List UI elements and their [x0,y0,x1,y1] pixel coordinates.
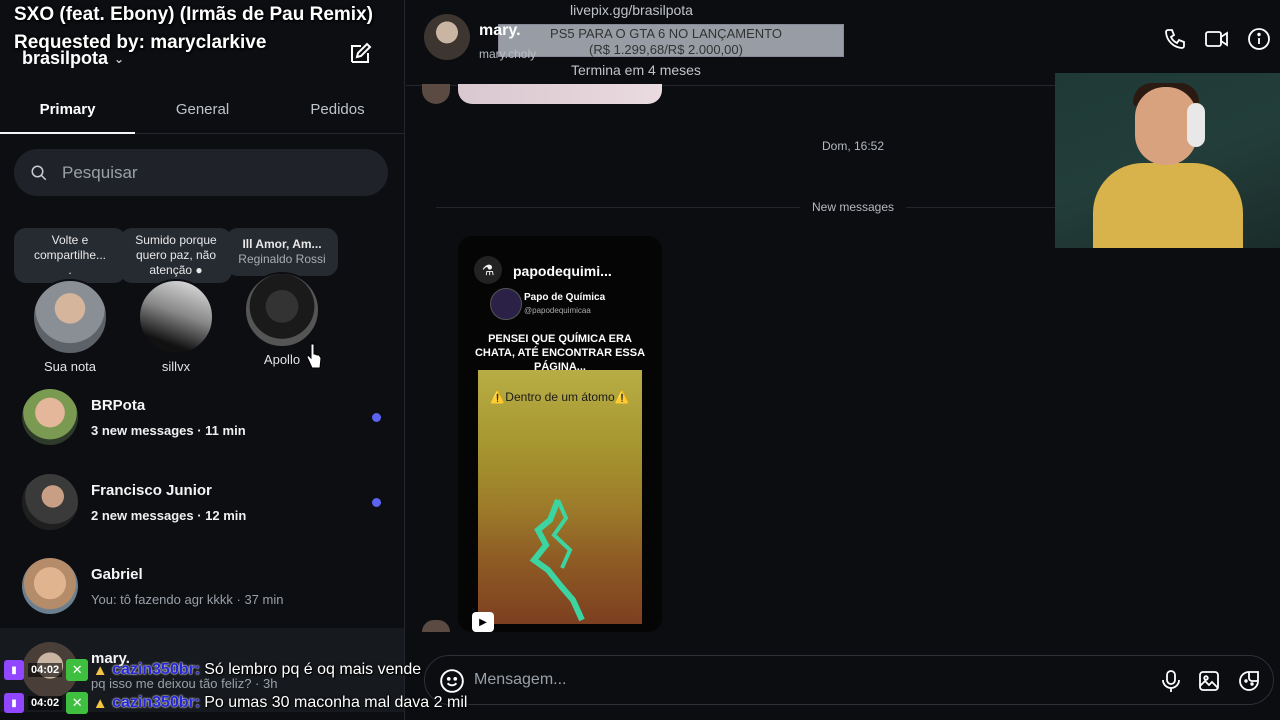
sticker-button[interactable] [1235,667,1263,695]
hand-cursor-icon [306,343,322,369]
note-label: sillvx [161,359,191,374]
contact-username: mary.choly [479,47,537,61]
note-bubble: Ill Amor, Am... Reginaldo Rossi [226,228,338,276]
stream-chat-message: Só lembro pq é oq mais vende [204,661,422,678]
unread-dot [372,498,381,507]
tab-general[interactable]: General [135,86,270,133]
livepix-goal-title: PS5 PARA O GTA 6 NO LANÇAMENTO [550,26,782,41]
conversation-name: Gabriel [91,565,143,583]
webcam-overlay [1055,73,1280,248]
avatar [244,272,320,348]
webcam-person-body [1093,163,1243,248]
note-own[interactable]: Volte e compartilhe... . Sua nota [14,228,126,374]
livepix-time-left: Termina em 4 meses [571,62,701,78]
twitch-icon: ▮ [4,660,24,680]
add-photo-button[interactable] [1195,667,1223,695]
conversation-item-francisco-junior[interactable]: Francisco Junior 2 new messages · 12 min [0,460,404,544]
headphones-icon [1187,103,1205,147]
requested-by-overlay: Requested by: maryclarkive [14,32,267,53]
note-bubble: Volte e compartilhe... . [14,228,126,283]
previous-media-message[interactable] [458,84,662,104]
stream-chat-message: Po umas 30 maconha mal dava 2 mil [204,694,468,711]
reel-image-label: ⚠️Dentro de um átomo⚠️ [490,390,630,404]
note-text: Ill Amor, Am... [242,237,322,251]
badge-icon: ✕ [66,692,89,714]
stream-chat-time: 04:02 [28,696,63,710]
reel-profile-name: Papo de Química [524,292,606,303]
conversation-item-gabriel[interactable]: Gabriel You: tô fazendo agr kkkk · 37 mi… [0,544,404,628]
conversation-name: Francisco Junior [91,481,212,499]
badge-icon: ✕ [66,659,89,681]
compose-icon [351,42,372,63]
reel-account-avatar: ⚗ [474,256,502,284]
video-camera-icon [1205,31,1228,47]
search-input[interactable]: Pesquisar [14,149,388,196]
note-label: Sua nota [43,359,97,374]
livepix-goal: PS5 PARA O GTA 6 NO LANÇAMENTO (R$ 1.299… [526,26,806,58]
contact-name[interactable]: mary. [479,22,521,40]
sender-avatar [422,84,450,104]
note-sillvx[interactable]: Sumido porque quero paz, não atenção ● s… [120,228,232,374]
inbox-tabs: Primary General Pedidos [0,86,404,134]
shared-reel-message[interactable]: ⚗ papodequimi... Papo de Química @papode… [458,236,662,632]
new-messages-label: New messages [800,200,907,214]
twitch-icon: ▮ [4,693,24,713]
search-placeholder: Pesquisar [62,162,138,182]
conversation-name: BRPota [91,396,146,414]
video-call-button[interactable] [1204,26,1230,52]
note-text: quero paz, não [135,248,217,262]
reel-profile-avatar [490,288,522,320]
livepix-url: livepix.gg/brasilpota [570,2,693,18]
note-text: . [68,263,72,277]
stream-chat-user: cazin350br: [112,694,201,711]
note-text: Volte e [51,233,89,247]
message-timestamp: Dom, 16:52 [822,139,885,153]
now-playing-overlay: SXO (feat. Ebony) (Irmãs de Pau Remix) [14,4,373,25]
new-message-button[interactable] [346,40,374,68]
conversation-info-button[interactable] [1246,26,1272,52]
conversation-preview: 3 new messages · 11 min [91,422,246,438]
tab-primary[interactable]: Primary [0,86,135,134]
avatar [22,474,78,530]
bits-badge-icon: ▲ [92,661,108,679]
conversation-preview: You: tô fazendo agr kkkk · 37 min [91,591,284,607]
note-text: compartilhe... [33,248,107,262]
sender-avatar [422,620,450,632]
phone-icon [1165,29,1185,49]
avatar [32,279,108,355]
avatar [138,279,214,355]
conversation-preview: 2 new messages · 12 min [91,507,247,523]
note-text: Sumido porque [135,233,217,247]
voice-message-button[interactable] [1157,667,1185,695]
avatar [22,558,78,614]
livepix-goal-amount: (R$ 1.299,68/R$ 2.000,00) [589,42,743,57]
stream-chat-line: ▮ 04:02 ✕ ▲ cazin350br: Po umas 30 macon… [0,690,560,716]
stream-chat-time: 04:02 [28,663,63,677]
note-text: atenção ● [149,263,203,277]
reel-caption: PENSEI QUE QUÍMICA ERA CHATA, ATÉ ENCONT… [474,333,646,373]
note-text: Reginaldo Rossi [238,252,326,266]
unread-dot [372,413,381,422]
inbox-sidebar: brasilpota ⌄ Primary General Pedidos Pes… [0,0,405,720]
note-bubble: Sumido porque quero paz, não atenção ● [120,228,232,283]
avatar [22,389,78,445]
stream-chat-user: cazin350br: [112,661,201,678]
sticker-icon [1239,671,1259,691]
image-icon [1199,671,1219,691]
notes-row: Volte e compartilhe... . Sua nota Sumido… [10,228,400,378]
info-icon [1248,28,1270,50]
bits-badge-icon: ▲ [92,694,108,712]
fractal-graphic [529,498,585,622]
search-icon [31,165,47,180]
tab-requests[interactable]: Pedidos [270,86,404,133]
conversation-item-brpota[interactable]: BRPota 3 new messages · 11 min [0,375,404,459]
stream-chat-line: ▮ 04:02 ✕ ▲ cazin350br: Só lembro pq é o… [0,657,560,683]
contact-avatar[interactable] [424,14,470,60]
reel-account-name: papodequimi... [513,263,612,279]
reel-image [478,370,642,624]
play-icon[interactable]: ▶ [472,612,494,632]
microphone-icon [1162,670,1180,692]
reel-profile-handle: @papodequimicaa [524,306,591,315]
audio-call-button[interactable] [1162,26,1188,52]
